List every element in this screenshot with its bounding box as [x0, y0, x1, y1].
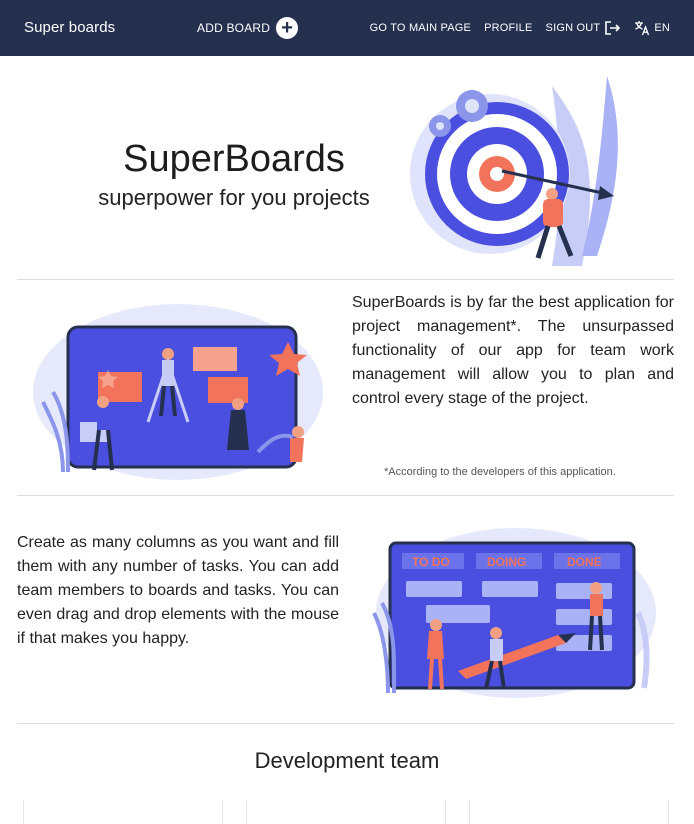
- column-done-label: DONE: [567, 555, 602, 569]
- column-doing-label: DOING: [487, 555, 526, 569]
- add-board-button[interactable]: ADD BOARD +: [197, 17, 299, 39]
- sign-out-label: SIGN OUT: [545, 22, 601, 34]
- target-illustration: [410, 76, 618, 266]
- team-member-card: [246, 800, 446, 824]
- hero-subtitle: superpower for you projects: [98, 185, 370, 210]
- language-switcher[interactable]: EN: [634, 20, 670, 36]
- column-todo-label: TO DO: [412, 555, 450, 569]
- logout-icon: [605, 21, 621, 35]
- section-divider: [17, 495, 674, 496]
- plus-circle-icon: +: [276, 17, 299, 39]
- kanban-illustration: TO DO DOING DONE: [372, 528, 656, 698]
- language-label: EN: [654, 22, 670, 34]
- nav-links: GO TO MAIN PAGE PROFILE SIGN OUT EN: [370, 20, 670, 36]
- translate-icon: [634, 20, 650, 36]
- section-divider: [17, 723, 674, 724]
- team-member-card: [23, 800, 223, 824]
- section-divider: [17, 279, 674, 280]
- intro-paragraph: SuperBoards is by far the best applicati…: [352, 294, 674, 407]
- footnote: *According to the developers of this app…: [384, 466, 616, 478]
- hero-title: SuperBoards: [123, 138, 345, 180]
- team-section-title: Development team: [254, 748, 440, 773]
- top-navbar: Super boards ADD BOARD + GO TO MAIN PAGE…: [0, 0, 694, 56]
- team-board-illustration: [33, 304, 323, 480]
- add-board-label: ADD BOARD: [197, 21, 271, 35]
- features-paragraph: Create as many columns as you want and f…: [17, 534, 339, 647]
- profile-link[interactable]: PROFILE: [484, 22, 532, 34]
- sign-out-button[interactable]: SIGN OUT: [546, 21, 622, 35]
- brand-logo[interactable]: Super boards: [24, 19, 115, 36]
- team-member-card: [469, 800, 669, 824]
- go-to-main-page-link[interactable]: GO TO MAIN PAGE: [370, 22, 471, 34]
